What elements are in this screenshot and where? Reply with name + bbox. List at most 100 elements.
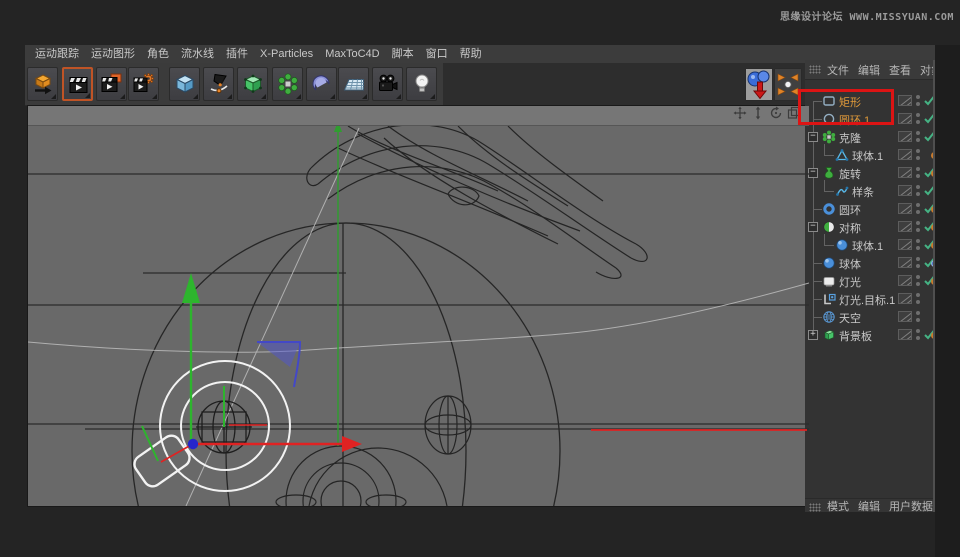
visibility-dots[interactable]: [916, 293, 920, 305]
subdivision-surface-button[interactable]: [237, 67, 268, 101]
object-row-12[interactable]: 灯光.目标.1: [805, 290, 933, 308]
menu-item-3[interactable]: 角色: [142, 45, 174, 63]
object-label[interactable]: 球体: [839, 256, 861, 272]
visibility-dots[interactable]: [916, 329, 920, 341]
object-label[interactable]: 克隆: [839, 130, 861, 146]
object-label[interactable]: 灯光.目标.1: [839, 292, 895, 308]
expander-plus-icon[interactable]: +: [808, 330, 818, 340]
enabled-check-icon[interactable]: [923, 112, 935, 125]
menu-item-4[interactable]: 流水线: [176, 45, 219, 63]
object-row-4[interactable]: 球体.1: [805, 146, 933, 164]
visibility-dots[interactable]: [916, 185, 920, 197]
object-label[interactable]: 天空: [839, 310, 861, 326]
layer-swatch[interactable]: [898, 293, 912, 304]
enabled-check-icon[interactable]: [923, 130, 935, 143]
object-label[interactable]: 对称: [839, 220, 861, 236]
layer-swatch[interactable]: [898, 203, 912, 214]
menu-item-2[interactable]: 运动图形: [86, 45, 140, 63]
wireframe-bottom-sphere[interactable]: [276, 446, 448, 506]
layer-swatch[interactable]: [898, 131, 912, 142]
om-menu-1[interactable]: 文件: [827, 62, 849, 78]
menu-item-1[interactable]: 运动跟踪: [30, 45, 84, 63]
layer-swatch[interactable]: [898, 95, 912, 106]
am-menu-1[interactable]: 模式: [827, 499, 849, 512]
layer-swatch[interactable]: [898, 185, 912, 196]
axis-cube-button[interactable]: [27, 67, 58, 101]
wireframe-spout[interactable]: [307, 125, 647, 279]
object-row-6[interactable]: 样条: [805, 182, 933, 200]
camera-button[interactable]: [372, 67, 403, 101]
render-settings-button[interactable]: [128, 67, 159, 101]
object-row-7[interactable]: 圆环: [805, 200, 933, 218]
object-row-9[interactable]: 球体.1: [805, 236, 933, 254]
axis-y-handle[interactable]: [142, 273, 224, 461]
enabled-check-icon[interactable]: [923, 184, 935, 197]
expander-minus-icon[interactable]: −: [808, 132, 818, 142]
enabled-check-icon[interactable]: [923, 238, 935, 251]
visibility-dots[interactable]: [916, 311, 920, 323]
visibility-dots[interactable]: [916, 131, 920, 143]
menu-item-9[interactable]: 窗口: [421, 45, 453, 63]
object-label[interactable]: 背景板: [839, 328, 872, 344]
menu-item-10[interactable]: 帮助: [455, 45, 487, 63]
menu-item-6[interactable]: X-Particles: [255, 45, 318, 63]
layer-swatch[interactable]: [898, 275, 912, 286]
visibility-dots[interactable]: [916, 221, 920, 233]
object-label[interactable]: 旋转: [839, 166, 861, 182]
layer-swatch[interactable]: [898, 221, 912, 232]
object-label[interactable]: 样条: [852, 184, 874, 200]
visibility-dots[interactable]: [916, 149, 920, 161]
om-menu-3[interactable]: 查看: [889, 62, 911, 78]
am-menu-3[interactable]: 用户数据: [889, 499, 933, 512]
enabled-check-icon[interactable]: [923, 220, 935, 233]
visibility-dots[interactable]: [916, 113, 920, 125]
deformer-button[interactable]: [272, 67, 303, 101]
spline-pen-button[interactable]: [203, 67, 234, 101]
viewport-dolly-icon[interactable]: [751, 106, 765, 125]
spheres-drop-button[interactable]: [745, 68, 773, 101]
viewport-canvas[interactable]: [28, 106, 809, 506]
menu-item-7[interactable]: MaxToC4D: [320, 45, 384, 63]
wireframe-small-sphere-right[interactable]: [425, 396, 471, 454]
object-row-11[interactable]: 灯光: [805, 272, 933, 290]
panel-grip-icon[interactable]: [809, 503, 821, 512]
visibility-dots[interactable]: [916, 203, 920, 215]
viewport-rotate-icon[interactable]: [769, 106, 783, 125]
object-label[interactable]: 灯光: [839, 274, 861, 290]
render-view-button[interactable]: [62, 67, 93, 101]
om-menu-2[interactable]: 编辑: [858, 62, 880, 78]
light-button[interactable]: [406, 67, 437, 101]
layer-swatch[interactable]: [898, 113, 912, 124]
menu-item-8[interactable]: 脚本: [387, 45, 419, 63]
volume-button[interactable]: [306, 67, 337, 101]
layer-swatch[interactable]: [898, 257, 912, 268]
object-row-14[interactable]: + 背景板: [805, 326, 933, 344]
visibility-dots[interactable]: [916, 95, 920, 107]
visibility-dots[interactable]: [916, 239, 920, 251]
visibility-dots[interactable]: [916, 167, 920, 179]
layer-swatch[interactable]: [898, 149, 912, 160]
layer-swatch[interactable]: [898, 167, 912, 178]
enabled-check-icon[interactable]: [923, 328, 935, 341]
enabled-check-icon[interactable]: [923, 166, 935, 179]
am-menu-2[interactable]: 编辑: [858, 499, 880, 512]
object-label[interactable]: 球体.1: [852, 238, 883, 254]
panel-grip-icon[interactable]: [809, 65, 821, 74]
layer-swatch[interactable]: [898, 329, 912, 340]
layer-swatch[interactable]: [898, 311, 912, 322]
menu-item-5[interactable]: 插件: [221, 45, 253, 63]
floor-button[interactable]: [338, 67, 369, 101]
visibility-dots[interactable]: [916, 257, 920, 269]
axis-origin-handle[interactable]: [188, 439, 198, 449]
enabled-check-icon[interactable]: [923, 94, 935, 107]
visibility-dots[interactable]: [916, 275, 920, 287]
enabled-check-icon[interactable]: [923, 256, 935, 269]
object-row-10[interactable]: 球体: [805, 254, 933, 272]
expander-minus-icon[interactable]: −: [808, 168, 818, 178]
expander-minus-icon[interactable]: −: [808, 222, 818, 232]
layer-swatch[interactable]: [898, 239, 912, 250]
viewport-pan-icon[interactable]: [733, 106, 747, 125]
add-cube-primitive-button[interactable]: [169, 67, 200, 101]
viewport[interactable]: [27, 105, 810, 507]
enabled-check-icon[interactable]: [923, 202, 935, 215]
